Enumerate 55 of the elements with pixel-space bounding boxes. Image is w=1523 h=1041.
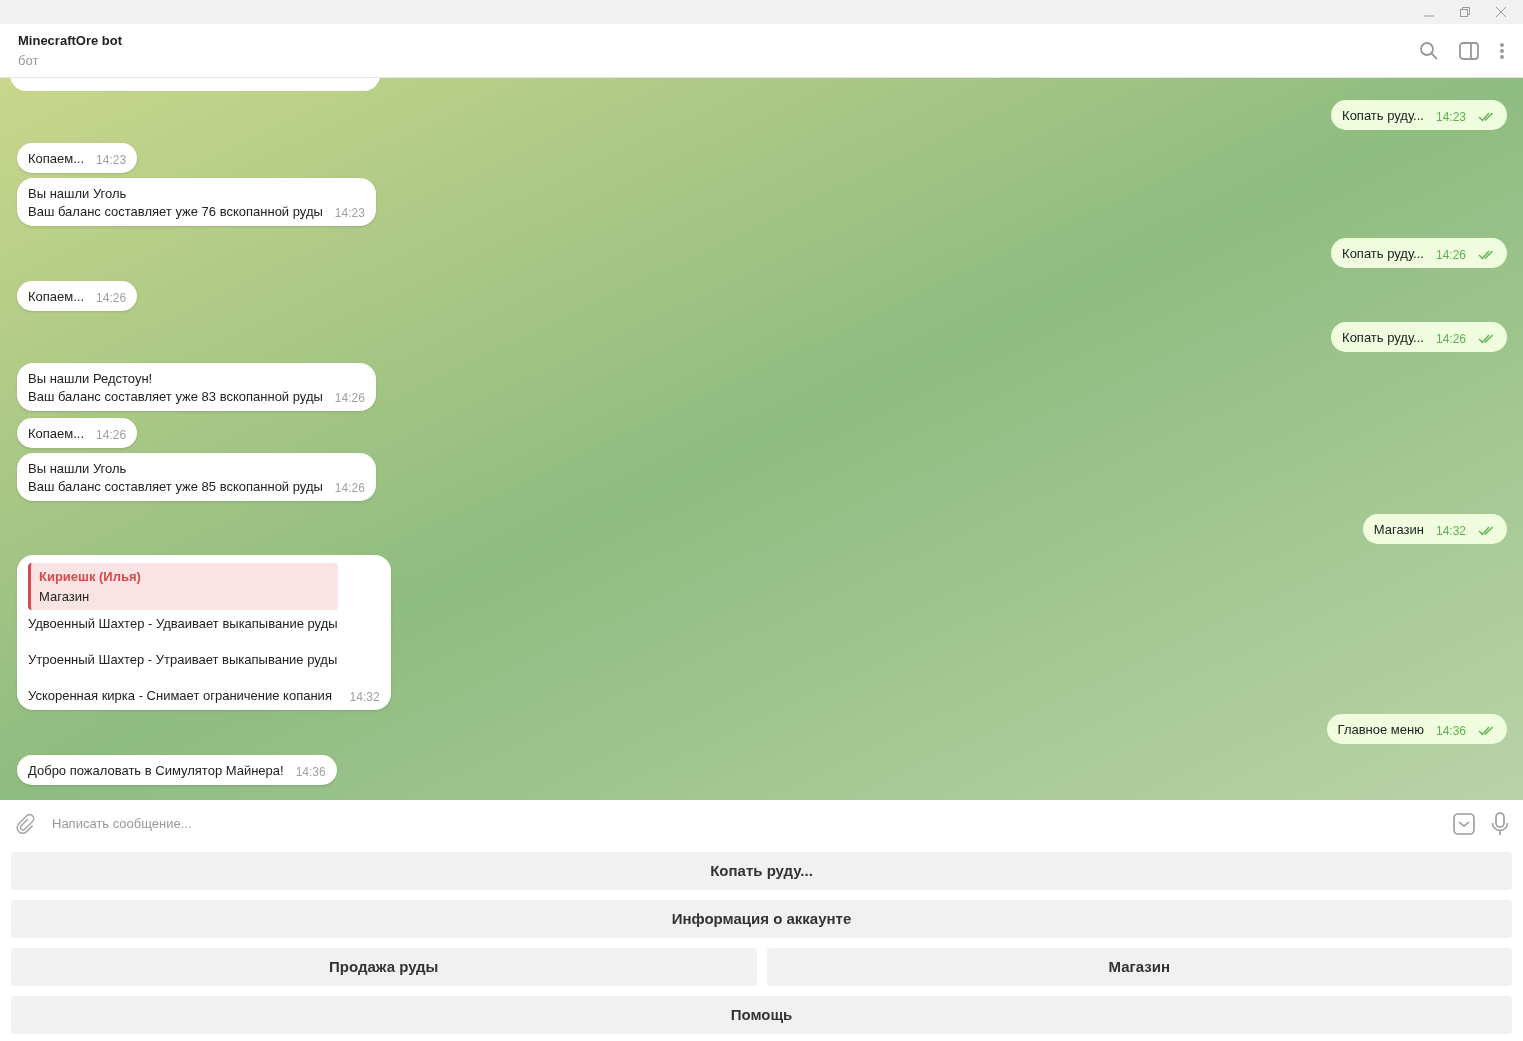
message-text: Удвоенный Шахтер - Удваивает выкапывание руды	[28, 616, 338, 632]
message-text: Вы нашли Уголь	[28, 186, 128, 202]
message-time: 14:23	[1435, 109, 1466, 126]
double-check-icon	[1478, 526, 1496, 536]
close-icon[interactable]	[1495, 6, 1507, 18]
message-time: 14:23	[96, 152, 127, 169]
keyboard-button[interactable]: Продажа руды	[11, 948, 757, 986]
message-text: Копаем...	[28, 289, 85, 305]
paperclip-icon[interactable]	[14, 813, 36, 835]
reply-author: Кириешк (Илья)	[39, 568, 142, 586]
message-text: Копать руду...	[1342, 246, 1424, 262]
message-time: 14:32	[1435, 523, 1466, 540]
sidebar-icon[interactable]	[1459, 41, 1479, 60]
message-text: Ускоренная кирка - Снимает ограничение копания	[28, 688, 333, 704]
message-text: Копать руду...	[1342, 330, 1424, 346]
message-time: 14:26	[1435, 247, 1466, 264]
search-icon[interactable]	[1419, 40, 1439, 61]
message-time: 14:36	[295, 764, 326, 781]
double-check-icon	[1478, 112, 1496, 122]
reply-quote[interactable]: Кириешк (Илья) Магазин	[28, 563, 338, 610]
message-time: 14:36	[1435, 723, 1466, 740]
microphone-icon[interactable]	[1491, 812, 1509, 836]
message-input[interactable]: Написать сообщение...	[52, 814, 1437, 834]
message-text: Ваш баланс составляет уже 85 вскопанной руды	[28, 479, 323, 495]
chat-subtitle: бот	[18, 51, 40, 70]
message-time: 14:32	[349, 689, 380, 706]
message-time: 14:26	[334, 480, 365, 497]
message-text: Добро пожаловать в Симулятор Майнера!	[28, 763, 284, 779]
message-time: 14:26	[1435, 331, 1466, 348]
keyboard-button[interactable]: Копать руду...	[11, 852, 1512, 890]
message-text: Копаем...	[28, 151, 85, 167]
more-icon[interactable]	[1499, 41, 1505, 60]
chat-title: MinecraftOre bot	[18, 32, 123, 50]
double-check-icon	[1478, 250, 1496, 260]
message-text: Копаем...	[28, 426, 85, 442]
message-time: 14:26	[334, 390, 365, 407]
message-time: 14:26	[96, 290, 127, 307]
message-text: Вы нашли Редстоун!	[28, 371, 154, 387]
message-text: Вы нашли Уголь	[28, 461, 128, 477]
message-text: Утроенный Шахтер - Утраивает выкапывание руды	[28, 652, 338, 668]
message-text: Ваш баланс составляет уже 83 вскопанной руды	[28, 389, 323, 405]
message-text: Ваш баланс составляет уже 76 вскопанной руды	[28, 204, 323, 220]
message-time: 14:26	[96, 427, 127, 444]
message-time: 14:23	[334, 205, 365, 222]
keyboard-toggle-icon[interactable]	[1453, 813, 1475, 835]
double-check-icon	[1478, 726, 1496, 736]
message-text: Главное меню	[1337, 722, 1424, 738]
keyboard-button[interactable]: Магазин	[766, 948, 1512, 986]
keyboard-button[interactable]: Помощь	[11, 996, 1512, 1034]
double-check-icon	[1478, 334, 1496, 344]
restore-icon[interactable]	[1459, 6, 1471, 18]
message-text: Магазин	[1373, 522, 1424, 538]
message-text: Копать руду...	[1342, 108, 1424, 124]
keyboard-button[interactable]: Информация о аккаунте	[11, 900, 1512, 938]
reply-text: Магазин	[39, 587, 91, 606]
